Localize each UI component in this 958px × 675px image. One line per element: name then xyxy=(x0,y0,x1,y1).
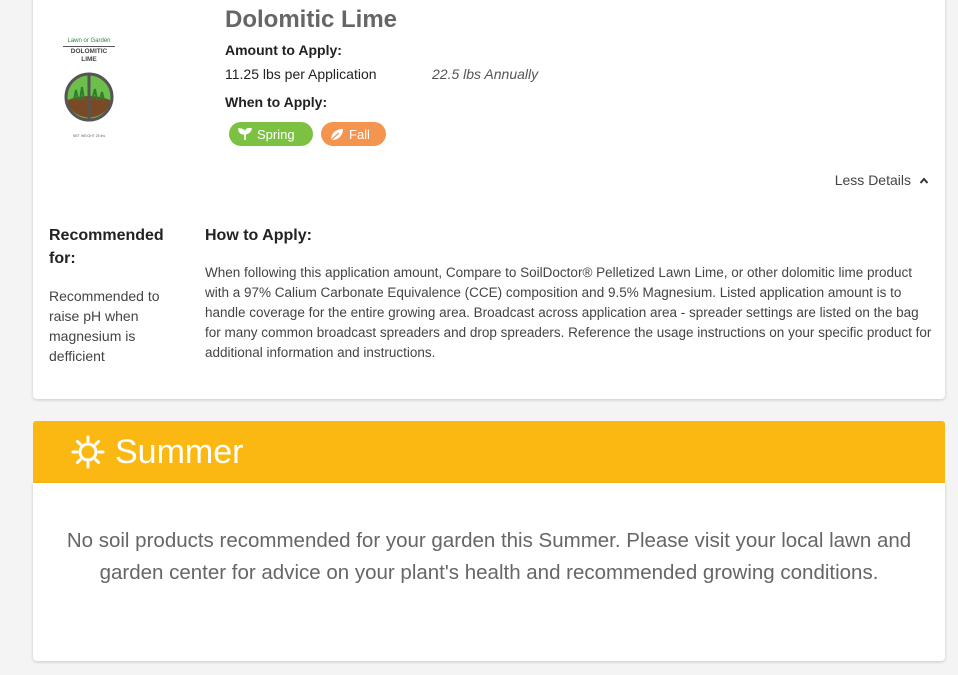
product-card: Lawn or Garden DOLOMITIC LIME NET WEIGHT… xyxy=(33,0,945,399)
annual-amount-value: 22.5 lbs Annually xyxy=(432,66,539,82)
summer-card: No soil products recommended for your ga… xyxy=(33,483,945,661)
season-badge-spring: Spring xyxy=(229,122,313,146)
divider xyxy=(63,46,115,47)
sun-icon xyxy=(71,435,105,469)
season-badge-label: Fall xyxy=(349,126,370,142)
amount-value: 11.25 lbs per Application xyxy=(225,66,377,82)
product-net-weight: NET WEIGHT 25 lbs xyxy=(72,134,106,138)
product-bag-name-line1: DOLOMITIC xyxy=(70,48,108,55)
sprout-icon xyxy=(238,128,252,140)
product-brand-text: Lawn or Garden xyxy=(67,38,111,44)
season-badge-label: Spring xyxy=(257,126,295,142)
summer-section-header: Summer xyxy=(33,421,945,483)
product-title: Dolomitic Lime xyxy=(225,6,398,33)
summer-title: Summer xyxy=(115,432,244,471)
summer-empty-message: No soil products recommended for your ga… xyxy=(66,529,912,584)
chevron-up-icon xyxy=(919,176,929,184)
less-details-label: Less Details xyxy=(834,172,911,188)
product-image: Lawn or Garden DOLOMITIC LIME NET WEIGHT… xyxy=(58,38,120,138)
recommended-for-text: Recommended to raise pH when magnesium i… xyxy=(49,288,160,364)
amount-label: Amount to Apply: xyxy=(225,42,342,58)
less-details-toggle[interactable]: Less Details xyxy=(835,172,929,188)
lawn-garden-logo-icon xyxy=(64,72,114,122)
when-label: When to Apply: xyxy=(225,94,328,110)
leaf-icon xyxy=(330,128,343,140)
how-to-apply-text: When following this application amount, … xyxy=(205,265,932,360)
how-to-apply-heading: How to Apply: xyxy=(205,227,312,244)
recommended-for-heading: Recommended for: xyxy=(49,227,164,267)
season-badge-fall: Fall xyxy=(321,122,386,146)
product-bag-name-line2: LIME xyxy=(81,56,97,63)
